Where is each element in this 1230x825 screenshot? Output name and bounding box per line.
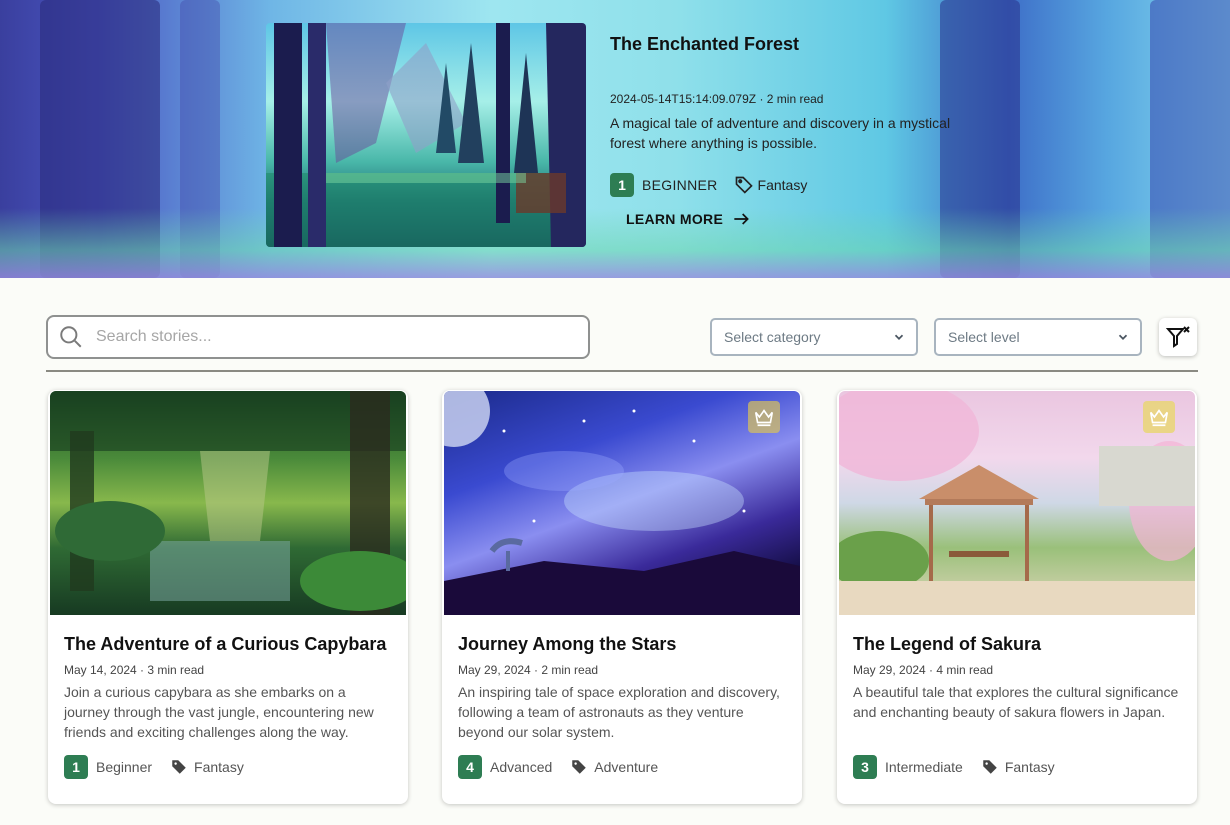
category-label: Fantasy — [1004, 759, 1055, 775]
story-image — [839, 391, 1195, 615]
hero-meta: 2024-05-14T15:14:09.079Z · 2 min read — [610, 92, 824, 106]
featured-story-hero: The Enchanted Forest 2024-05-14T15:14:09… — [0, 0, 1230, 278]
category-label: Fantasy — [194, 759, 244, 775]
category-tag: Fantasy — [170, 758, 244, 776]
tag-icon — [572, 760, 587, 774]
hero-title[interactable]: The Enchanted Forest — [610, 34, 970, 58]
category-select-label: Select category — [724, 329, 821, 345]
tag-icon — [172, 760, 186, 774]
story-title[interactable]: The Legend of Sakura — [853, 634, 1041, 655]
filter-clear-icon — [1165, 326, 1190, 348]
clear-filters-button[interactable] — [1159, 318, 1197, 356]
hero-story-info: The Enchanted Forest 2024-05-14T15:14:09… — [610, 34, 970, 231]
hero-description: A magical tale of adventure and discover… — [610, 115, 951, 151]
filter-divider — [46, 370, 1198, 372]
story-tags: 4 Advanced Adventure — [458, 755, 658, 779]
arrow-right-icon — [734, 213, 749, 225]
premium-badge — [1143, 401, 1175, 433]
category-tag: Fantasy — [734, 175, 808, 195]
tag-icon — [983, 760, 997, 774]
level-label: BEGINNER — [642, 177, 718, 193]
crown-icon — [1149, 409, 1169, 427]
story-meta: May 29, 2024 · 2 min read — [458, 663, 599, 677]
level-label: Beginner — [96, 759, 153, 775]
story-card[interactable]: The Adventure of a Curious Capybara May … — [48, 390, 408, 804]
story-description: A beautiful tale that explores the cultu… — [853, 684, 1179, 720]
story-title[interactable]: The Adventure of a Curious Capybara — [64, 634, 386, 655]
level-select[interactable]: Select level — [934, 318, 1142, 356]
crown-icon — [754, 409, 774, 427]
level-badge: 3 — [853, 755, 877, 779]
story-image — [50, 391, 406, 615]
story-tags: 1 Beginner Fantasy — [64, 755, 244, 779]
story-card[interactable]: The Legend of Sakura May 29, 2024 · 4 mi… — [837, 390, 1197, 804]
tag-icon — [735, 176, 753, 194]
premium-badge — [748, 401, 780, 433]
search-input[interactable] — [96, 328, 566, 346]
level-badge: 1 — [610, 173, 634, 197]
hero-tags: 1 BEGINNER Fantasy — [610, 173, 970, 197]
search-icon — [60, 326, 82, 348]
category-label: Fantasy — [757, 177, 808, 193]
story-description: Join a curious capybara as she embarks o… — [64, 684, 374, 740]
learn-more-button[interactable]: LEARN MORE — [626, 207, 751, 231]
story-title[interactable]: Journey Among the Stars — [458, 634, 676, 655]
category-label: Adventure — [594, 759, 659, 775]
chevron-down-icon — [1118, 334, 1128, 340]
level-select-label: Select level — [948, 329, 1020, 345]
level-label: Intermediate — [885, 759, 963, 775]
story-card[interactable]: Journey Among the Stars May 29, 2024 · 2… — [442, 390, 802, 804]
chevron-down-icon — [894, 334, 904, 340]
story-image — [444, 391, 800, 615]
story-tags: 3 Intermediate Fantasy — [853, 755, 1055, 779]
hero-story-image[interactable] — [266, 23, 586, 247]
story-meta: May 29, 2024 · 4 min read — [853, 663, 994, 677]
category-tag: Fantasy — [981, 758, 1055, 776]
learn-more-label: LEARN MORE — [626, 211, 724, 227]
level-badge: 4 — [458, 755, 482, 779]
level-label: Advanced — [490, 759, 553, 775]
category-select[interactable]: Select category — [710, 318, 918, 356]
level-badge: 1 — [64, 755, 88, 779]
search-box — [46, 315, 590, 359]
story-description: An inspiring tale of space exploration a… — [458, 684, 780, 740]
story-meta: May 14, 2024 · 3 min read — [64, 663, 205, 677]
category-tag: Adventure — [570, 758, 658, 776]
